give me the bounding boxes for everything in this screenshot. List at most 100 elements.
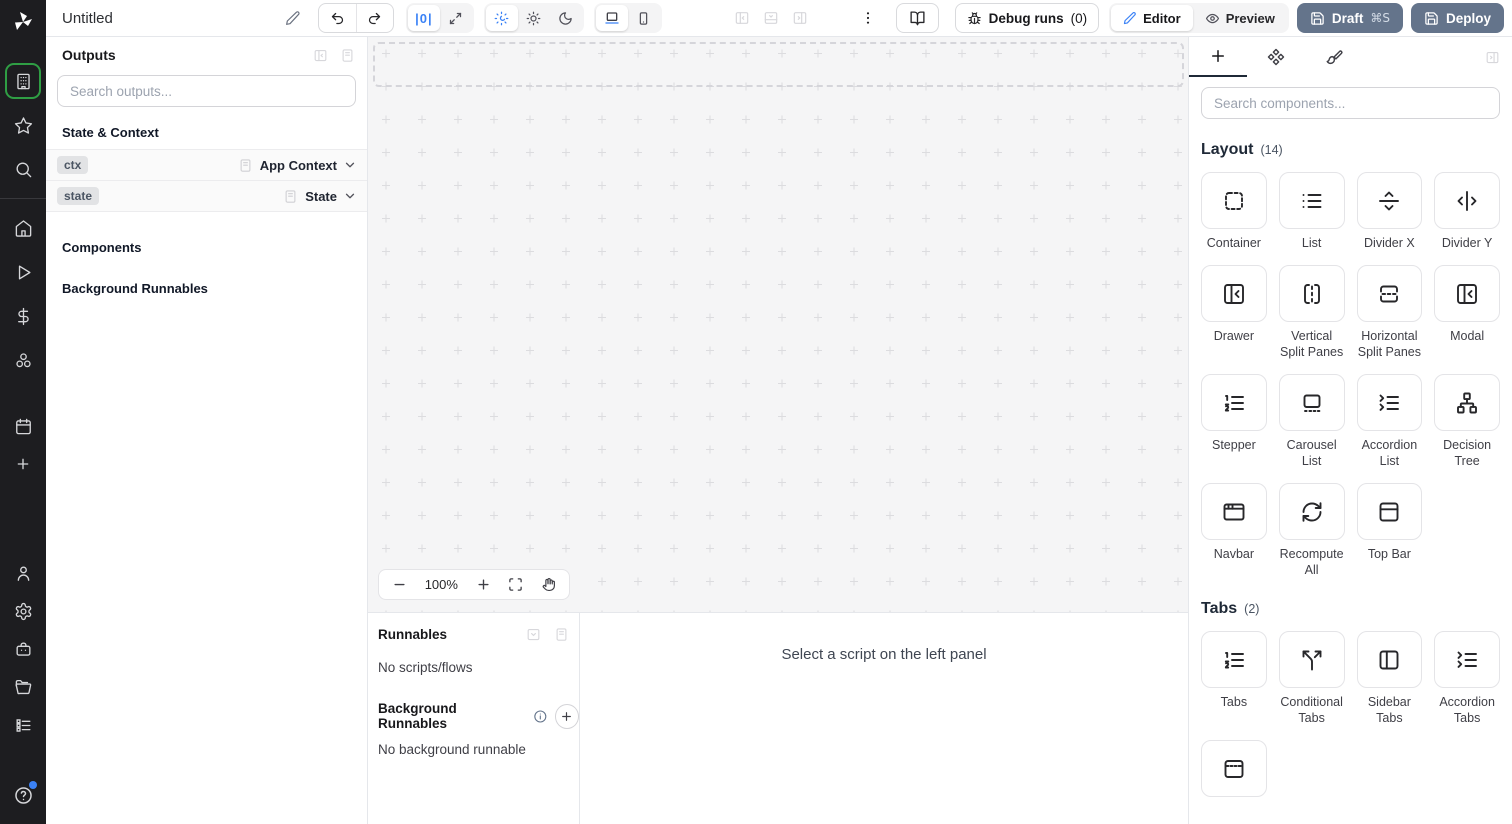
nav-schedules-button[interactable] [6,409,40,443]
zoom-out-button[interactable] [392,577,407,592]
outputs-title: Outputs [62,47,116,63]
component-card-top-bar[interactable]: Top Bar [1356,483,1423,578]
document-icon [556,628,567,641]
star-icon [14,116,32,134]
nav-runs-button[interactable] [6,255,40,289]
component-card-modal[interactable]: Modal [1434,265,1500,360]
pencil-icon [285,11,300,25]
draft-label: Draft [1331,10,1364,26]
component-card-vertical-split-panes[interactable]: Vertical Split Panes [1278,265,1345,360]
collapse-components-panel-button[interactable] [1485,37,1512,77]
nav-settings-button[interactable] [6,594,40,628]
nav-resources-button[interactable] [6,343,40,377]
theme-auto-button[interactable] [485,5,518,31]
nav-search-button[interactable] [6,152,40,186]
nav-add-button[interactable] [6,447,40,481]
output-key-badge: ctx [57,156,89,174]
toggle-bottom-panel-button[interactable] [763,10,779,26]
desktop-view-button[interactable] [595,5,628,31]
docs-button[interactable] [895,3,939,33]
toggle-left-panel-button[interactable] [734,10,750,26]
undo-button[interactable] [319,4,356,32]
component-card-carousel-list[interactable]: Carousel List [1278,374,1345,469]
output-row-ctx[interactable]: ctx App Context [46,150,367,181]
preview-tab[interactable]: Preview [1193,5,1287,31]
nav-apps-button[interactable] [5,63,41,99]
nav-variables-button[interactable] [6,299,40,333]
component-card-stepper[interactable]: Stepper [1201,374,1267,469]
component-card-recompute-all[interactable]: Recompute All [1278,483,1345,578]
component-card-divider-x[interactable]: Divider X [1356,172,1423,251]
nav-help-button[interactable] [6,778,40,812]
calendar-icon [15,418,31,434]
windmill-logo[interactable] [0,0,46,44]
editor-tab[interactable]: Editor [1111,5,1193,31]
add-background-runnable-button[interactable] [554,703,579,729]
more-options-button[interactable] [860,10,876,26]
deploy-button[interactable]: Deploy [1410,3,1504,33]
nav-logs-button[interactable] [6,708,40,742]
runnables-doc-button[interactable] [554,627,569,642]
theme-dark-button[interactable] [550,5,582,31]
component-card-sidebar-tabs[interactable]: Sidebar Tabs [1356,631,1423,726]
component-label: Conditional Tabs [1280,695,1343,725]
tab-component-settings[interactable] [1247,37,1305,77]
script-placeholder-text: Select a script on the left panel [781,646,987,663]
component-card-accordion-list[interactable]: Accordion List [1356,374,1423,469]
nav-workers-button[interactable] [6,632,40,666]
pan-tool-button[interactable] [541,577,556,592]
component-label: Divider Y [1441,236,1493,250]
component-card-decision-tree[interactable]: Decision Tree [1434,374,1500,469]
collapse-runnables-button[interactable] [526,627,541,642]
outputs-search-input[interactable] [70,83,343,99]
fullscreen-canvas-button[interactable] [440,5,472,31]
components-icon [1267,48,1285,66]
drawer-icon [1223,283,1244,304]
components-search-input[interactable] [1214,95,1487,111]
component-card-navbar[interactable]: Navbar [1201,483,1267,578]
redo-button[interactable] [355,4,393,32]
editor-pencil-icon [1124,12,1136,25]
component-card-horizontal-split-panes[interactable]: Horizontal Split Panes [1356,265,1423,360]
document-icon [240,158,251,172]
components-panel: Layout (14) Container List Divider X Divider … [1188,37,1512,824]
conditional-tabs-icon [1302,650,1322,670]
component-card-tabs[interactable]: Tabs [1201,631,1267,726]
mobile-view-button[interactable] [628,5,660,31]
nav-account-button[interactable] [6,556,40,590]
output-key-badge: state [57,187,100,205]
rename-app-button[interactable] [285,10,301,26]
theme-light-button[interactable] [518,5,550,31]
stepper-icon [1224,394,1244,411]
component-card-partial[interactable] [1201,740,1267,803]
output-row-state[interactable]: state State [46,181,367,212]
nav-home-button[interactable] [6,211,40,245]
zoom-reset-button[interactable]: |0| [407,5,440,31]
toggle-right-panel-button[interactable] [792,10,808,26]
component-card-box [1201,631,1267,688]
component-card-drawer[interactable]: Drawer [1201,265,1267,360]
debug-runs-button[interactable]: Debug runs (0) [954,3,1100,33]
component-card-conditional-tabs[interactable]: Conditional Tabs [1278,631,1345,726]
component-card-list[interactable]: List [1278,172,1345,251]
zoom-reset-glyph: |0| [415,10,433,26]
component-card-box [1278,265,1345,322]
tab-insert-component[interactable] [1189,37,1247,77]
component-card-container[interactable]: Container [1201,172,1267,251]
component-label: Drawer [1213,329,1255,343]
zoom-in-button[interactable] [476,577,491,592]
component-card-accordion-tabs[interactable]: Accordion Tabs [1434,631,1500,726]
tab-global-styling[interactable] [1305,37,1363,77]
canvas-dropzone[interactable] [373,42,1184,87]
save-icon [1425,11,1438,25]
component-label: Container [1206,236,1261,250]
collapse-outputs-button[interactable] [313,48,328,63]
nav-folders-button[interactable] [6,670,40,704]
draft-button[interactable]: Draft ⌘S [1296,3,1403,33]
component-card-divider-y[interactable]: Divider Y [1434,172,1500,251]
nav-favorites-button[interactable] [6,108,40,142]
outputs-doc-button[interactable] [340,48,355,63]
app-canvas[interactable]: 100% [368,37,1188,612]
debug-runs-count: (0) [1070,10,1088,26]
fit-view-button[interactable] [508,577,523,592]
